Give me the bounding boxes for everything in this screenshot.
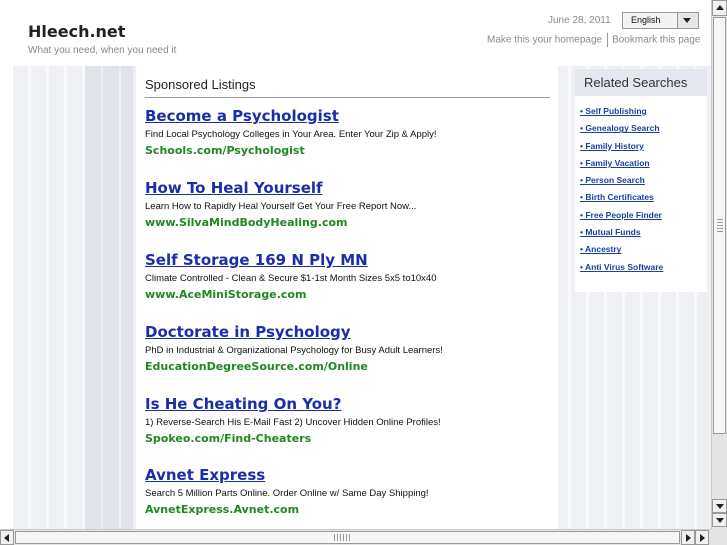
ad-url-link[interactable]: AvnetExpress.Avnet.com bbox=[145, 503, 555, 516]
related-searches-list: • Self Publishing • Genealogy Search • F… bbox=[580, 106, 663, 279]
header-links: Make this your homepage Bookmark this pag… bbox=[487, 33, 700, 47]
ad-title-link[interactable]: Doctorate in Psychology bbox=[145, 323, 555, 341]
ad-title-link[interactable]: How To Heal Yourself bbox=[145, 179, 555, 197]
ad-description: Search 5 Million Parts Online. Order Onl… bbox=[145, 488, 429, 499]
ad-listing: Doctorate in Psychology PhD in Industria… bbox=[145, 323, 555, 373]
ad-listing: Avnet Express Search 5 Million Parts Onl… bbox=[145, 466, 555, 516]
related-search-link[interactable]: • Mutual Funds bbox=[580, 227, 663, 244]
scrollbar-corner bbox=[711, 529, 727, 545]
sponsored-listings-panel: Sponsored Listings Become a Psychologist… bbox=[136, 66, 558, 530]
arrow-right-icon bbox=[700, 534, 705, 542]
related-search-link[interactable]: • Genealogy Search bbox=[580, 123, 663, 140]
scroll-right-button[interactable] bbox=[695, 530, 709, 545]
vertical-scroll-thumb[interactable] bbox=[713, 17, 726, 434]
arrow-left-icon bbox=[4, 534, 9, 542]
scroll-up-button[interactable] bbox=[712, 0, 727, 16]
date-text: June 28, 2011 bbox=[548, 15, 611, 26]
related-search-link[interactable]: • Person Search bbox=[580, 175, 663, 192]
arrow-up-icon bbox=[716, 5, 724, 10]
ad-listing: Become a Psychologist Find Local Psychol… bbox=[145, 107, 555, 157]
site-tagline: What you need, when you need it bbox=[28, 45, 177, 56]
related-search-link[interactable]: • Ancestry bbox=[580, 244, 663, 261]
make-homepage-link[interactable]: Make this your homepage bbox=[487, 35, 602, 46]
vertical-scrollbar[interactable] bbox=[711, 0, 727, 529]
ad-title-link[interactable]: Become a Psychologist bbox=[145, 107, 555, 125]
ad-url-link[interactable]: www.AceMiniStorage.com bbox=[145, 288, 555, 301]
scroll-down-button[interactable] bbox=[712, 513, 727, 527]
scroll-down-button[interactable] bbox=[712, 499, 727, 513]
horizontal-scrollbar[interactable] bbox=[0, 529, 727, 545]
ad-description: 1) Reverse-Search His E-Mail Fast 2) Unc… bbox=[145, 417, 441, 428]
horizontal-scroll-thumb[interactable] bbox=[15, 531, 680, 544]
chevron-down-icon bbox=[683, 18, 691, 23]
ad-title-link[interactable]: Avnet Express bbox=[145, 466, 555, 484]
ad-listing: Self Storage 169 N Ply MN Climate Contro… bbox=[145, 251, 555, 301]
link-divider bbox=[607, 33, 609, 47]
striped-background-left bbox=[85, 66, 133, 530]
scroll-right-button[interactable] bbox=[681, 530, 695, 545]
ad-listing: Is He Cheating On You? 1) Reverse-Search… bbox=[145, 395, 555, 445]
scroll-left-button[interactable] bbox=[0, 530, 14, 545]
related-search-link[interactable]: • Family History bbox=[580, 141, 663, 158]
site-title[interactable]: Hleech.net bbox=[28, 22, 125, 41]
ad-title-link[interactable]: Is He Cheating On You? bbox=[145, 395, 555, 413]
language-select-value: English bbox=[631, 15, 661, 25]
grip-icon bbox=[334, 534, 350, 541]
related-searches-header: Related Searches bbox=[575, 69, 707, 96]
grip-icon bbox=[717, 218, 723, 232]
language-dropdown-button[interactable] bbox=[677, 13, 698, 28]
arrow-down-icon bbox=[716, 504, 724, 509]
related-search-link[interactable]: • Self Publishing bbox=[580, 106, 663, 123]
related-searches-heading: Related Searches bbox=[584, 75, 688, 90]
arrow-down-icon bbox=[716, 518, 724, 523]
ad-url-link[interactable]: www.SilvaMindBodyHealing.com bbox=[145, 216, 555, 229]
ad-url-link[interactable]: EducationDegreeSource.com/Online bbox=[145, 360, 555, 373]
ad-description: Learn How to Rapidly Heal Yourself Get Y… bbox=[145, 201, 417, 212]
related-search-link[interactable]: • Anti Virus Software bbox=[580, 262, 663, 279]
ad-url-link[interactable]: Spokeo.com/Find-Cheaters bbox=[145, 432, 555, 445]
ad-title-link[interactable]: Self Storage 169 N Ply MN bbox=[145, 251, 555, 269]
related-search-link[interactable]: • Free People Finder bbox=[580, 210, 663, 227]
ad-url-link[interactable]: Schools.com/Psychologist bbox=[145, 144, 555, 157]
arrow-right-icon bbox=[686, 534, 691, 542]
page-header: Hleech.net What you need, when you need … bbox=[0, 0, 711, 66]
language-select[interactable]: English bbox=[622, 12, 699, 29]
ad-description: PhD in Industrial & Organizational Psych… bbox=[145, 345, 443, 356]
heading-divider bbox=[145, 97, 550, 98]
bookmark-link[interactable]: Bookmark this page bbox=[612, 35, 700, 46]
related-search-link[interactable]: • Family Vacation bbox=[580, 158, 663, 175]
ad-description: Find Local Psychology Colleges in Your A… bbox=[145, 129, 437, 140]
related-search-link[interactable]: • Birth Certificates bbox=[580, 192, 663, 209]
sponsored-heading: Sponsored Listings bbox=[145, 77, 256, 92]
ad-listing: How To Heal Yourself Learn How to Rapidl… bbox=[145, 179, 555, 229]
ad-description: Climate Controlled - Clean & Secure $1-1… bbox=[145, 273, 437, 284]
related-searches-panel: Related Searches • Self Publishing • Gen… bbox=[575, 69, 707, 292]
